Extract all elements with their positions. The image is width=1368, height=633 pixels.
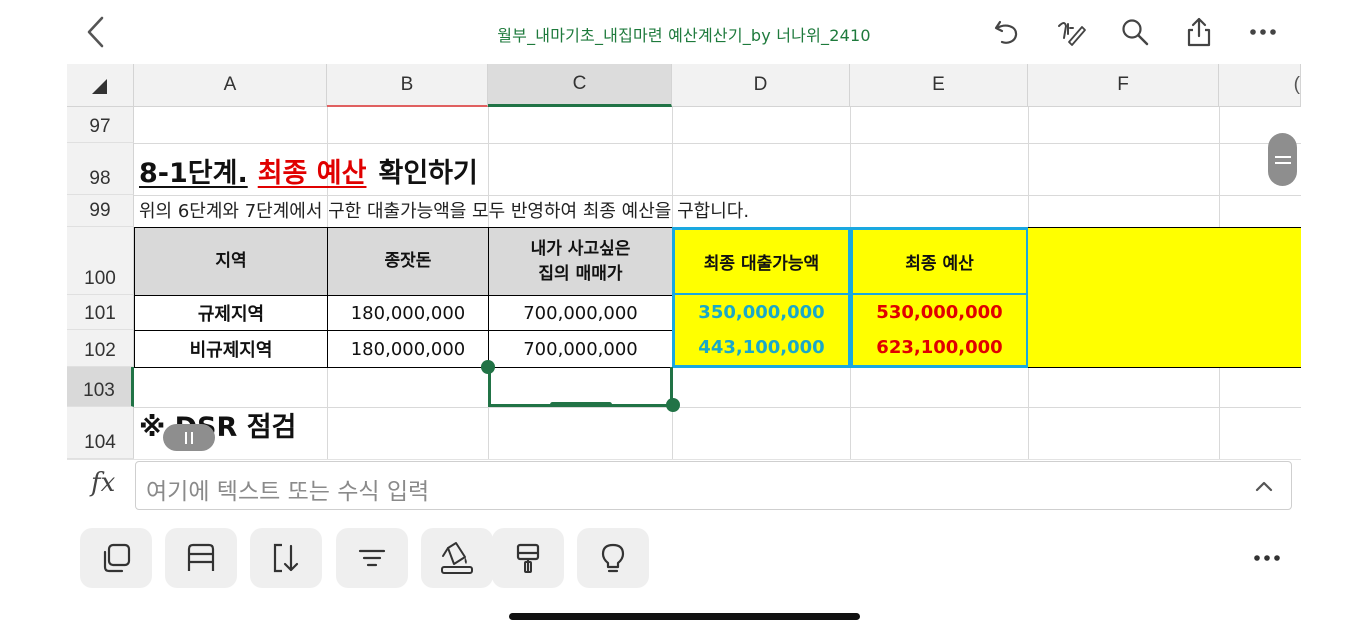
table-row-2-seed-money[interactable]: 180,000,000	[327, 330, 489, 368]
pane-split-handle[interactable]	[163, 424, 215, 451]
undo-icon[interactable]	[987, 12, 1027, 52]
column-header-d[interactable]: D	[672, 64, 850, 107]
search-icon[interactable]	[1115, 12, 1155, 52]
filter-icon[interactable]	[336, 528, 408, 588]
document-title: 월부_내마기초_내집마련 예산계산기_by 너나위_2410	[497, 26, 871, 45]
share-icon[interactable]	[1179, 12, 1219, 52]
table-row-1-house-price[interactable]: 700,000,000	[488, 295, 673, 331]
table-row-1-seed-money[interactable]: 180,000,000	[327, 295, 489, 331]
more-icon[interactable]	[1243, 12, 1283, 52]
heading-highlight: 최종 예산	[257, 157, 367, 189]
chevron-up-icon[interactable]	[1254, 476, 1274, 500]
row-header-102[interactable]: 102	[67, 330, 134, 367]
table-row-2-final-budget[interactable]: 623,100,000	[850, 330, 1029, 368]
row-header-104[interactable]: 104	[67, 407, 134, 459]
copy-icon[interactable]	[80, 528, 152, 588]
heading-step: 8-1단계.	[139, 157, 248, 189]
table-header-final-loan[interactable]: 최종 대출가능액	[672, 227, 851, 296]
table-header-seed-money[interactable]: 종잣돈	[327, 227, 489, 296]
table-header-house-price[interactable]: 내가 사고싶은 집의 매매가	[488, 227, 673, 296]
bottom-toolbar	[0, 515, 1368, 633]
column-header-e[interactable]: E	[850, 64, 1028, 107]
spreadsheet-grid[interactable]: A B C D E F ( 97 98 99 100 101 102 103 1…	[67, 64, 1301, 459]
yellow-fill-cell[interactable]	[1028, 330, 1301, 368]
yellow-fill-cell[interactable]	[1028, 227, 1301, 296]
table-header-final-budget[interactable]: 최종 예산	[850, 227, 1029, 296]
column-header-c[interactable]: C	[488, 64, 672, 107]
selection-drag-bar[interactable]	[550, 402, 612, 407]
column-header-a[interactable]: A	[134, 64, 327, 107]
row-header-97[interactable]: 97	[67, 107, 134, 143]
section-heading: 8-1단계. 최종 예산 확인하기	[139, 148, 478, 192]
selection-handle-bottom-right[interactable]	[666, 398, 680, 412]
table-header-region[interactable]: 지역	[134, 227, 328, 296]
selection-handle-top-left[interactable]	[481, 360, 495, 374]
fill-color-icon[interactable]	[421, 528, 493, 588]
top-bar: 월부_내마기초_내집마련 예산계산기_by 너나위_2410	[0, 0, 1368, 64]
table-row-1-final-budget[interactable]: 530,000,000	[850, 295, 1029, 331]
more-icon[interactable]	[1250, 551, 1284, 565]
formula-bar: fx 여기에 텍스트 또는 수식 입력	[67, 459, 1301, 515]
table-format-icon[interactable]	[165, 528, 237, 588]
fx-label[interactable]: fx	[91, 468, 115, 498]
format-painter-icon[interactable]	[492, 528, 564, 588]
sort-icon[interactable]	[250, 528, 322, 588]
select-all-corner[interactable]	[67, 64, 134, 107]
yellow-fill-cell[interactable]	[1028, 295, 1301, 331]
ideas-icon[interactable]	[577, 528, 649, 588]
row-header-103[interactable]: 103	[67, 367, 134, 407]
table-row-1-final-loan[interactable]: 350,000,000	[672, 295, 851, 331]
row-header-99[interactable]: 99	[67, 195, 134, 227]
row-header-98[interactable]: 98	[67, 143, 134, 195]
heading-suffix: 확인하기	[378, 157, 478, 189]
dsr-heading: ※ DSR 점검	[139, 412, 297, 443]
excel-app: 월부_내마기초_내집마련 예산계산기_by 너나위_2410 A B C D E…	[0, 0, 1368, 633]
description-text: 위의 6단계와 7단계에서 구한 대출가능액을 모두 반영하여 최종 예산을 구…	[139, 201, 750, 222]
row-header-101[interactable]: 101	[67, 295, 134, 330]
row-header-100[interactable]: 100	[67, 227, 134, 295]
column-header-g[interactable]: (	[1219, 64, 1301, 107]
table-row-2-region[interactable]: 비규제지역	[134, 330, 328, 368]
vertical-scrollbar-handle[interactable]	[1268, 133, 1297, 186]
formula-input[interactable]: 여기에 텍스트 또는 수식 입력	[135, 461, 1292, 510]
column-header-f[interactable]: F	[1028, 64, 1219, 107]
column-header-b[interactable]: B	[327, 64, 488, 107]
selected-cell-c103[interactable]	[488, 367, 673, 407]
home-indicator[interactable]	[509, 613, 860, 620]
formula-placeholder: 여기에 텍스트 또는 수식 입력	[146, 479, 430, 505]
table-row-1-region[interactable]: 규제지역	[134, 295, 328, 331]
table-row-2-final-loan[interactable]: 443,100,000	[672, 330, 851, 368]
draw-icon[interactable]	[1051, 12, 1091, 52]
table-row-2-house-price[interactable]: 700,000,000	[488, 330, 673, 368]
